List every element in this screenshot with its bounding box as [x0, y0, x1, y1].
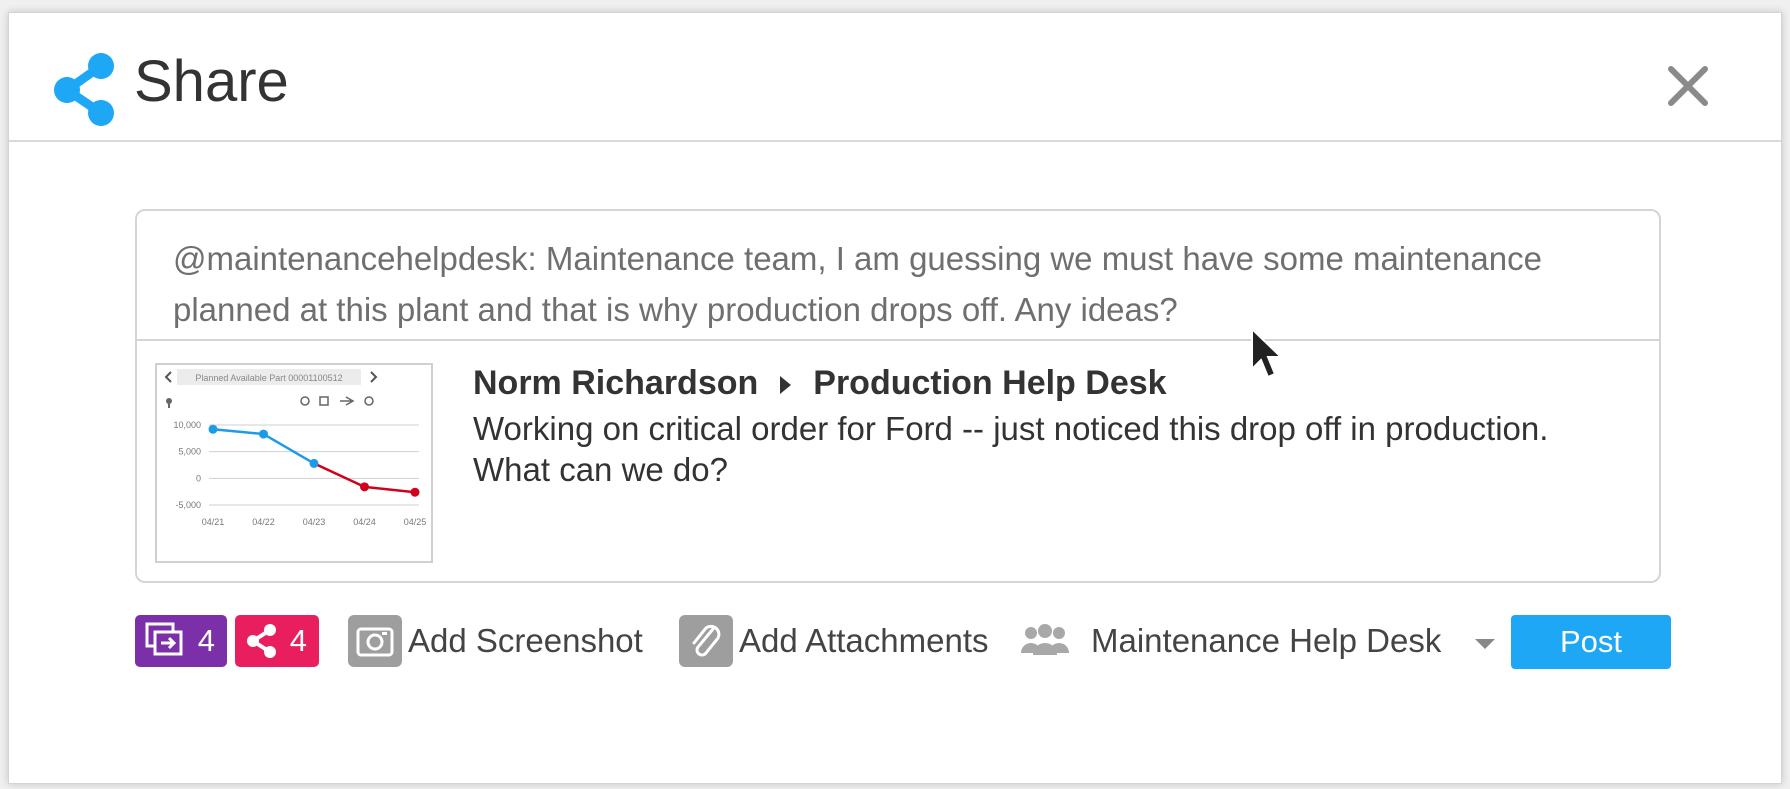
post-composer: @maintenancehelpdesk: Maintenance team, … [135, 209, 1661, 583]
y-tick-label: 0 [196, 473, 201, 483]
dialog-title: Share [134, 49, 289, 114]
share-icon [54, 53, 114, 126]
thumbnail-toolbar-icons [166, 396, 374, 408]
x-tick-label: 04/24 [353, 517, 376, 527]
data-point [259, 429, 268, 439]
thumbnail-header-text: Planned Available Part 00001100512 [195, 373, 342, 383]
shared-author-name[interactable]: Norm Richardson [473, 364, 758, 402]
share-icon [247, 624, 276, 658]
camera-icon [348, 615, 402, 667]
group-select[interactable]: Maintenance Help Desk [1015, 615, 1495, 667]
close-icon[interactable] [1665, 63, 1711, 109]
data-point [309, 458, 319, 468]
add-screenshot-label: Add Screenshot [408, 622, 643, 659]
thumbnail-prev-icon [164, 371, 172, 383]
screens-icon [145, 622, 183, 656]
series-line-segment [313, 462, 366, 489]
add-attachments-button[interactable]: Add Attachments [679, 615, 999, 667]
x-tick-label: 04/22 [252, 517, 275, 527]
chart-thumbnail[interactable]: Planned Available Part 00001100512 10,00… [155, 363, 433, 563]
shared-post-author-line: Norm Richardson Production Help Desk [473, 361, 1167, 405]
shares-badge[interactable]: 4 [235, 615, 319, 667]
pin-icon-stem [168, 403, 170, 408]
data-point [360, 482, 369, 492]
share-dialog: Share @maintenancehelpdesk: Maintenance … [8, 12, 1782, 784]
mouse-cursor-icon [1251, 327, 1284, 379]
shares-count: 4 [289, 623, 307, 658]
add-screenshot-button[interactable]: Add Screenshot [348, 615, 660, 667]
shared-group-name[interactable]: Production Help Desk [813, 364, 1166, 402]
composer-divider [137, 339, 1659, 341]
dialog-header: Share [9, 13, 1781, 142]
x-tick-label: 04/21 [202, 517, 225, 527]
message-input[interactable]: @maintenancehelpdesk: Maintenance team, … [173, 233, 1623, 335]
mini-refresh-icon [364, 396, 374, 406]
thumbnail-chart: Planned Available Part 00001100512 10,00… [164, 369, 427, 527]
thumbnail-next-icon [370, 371, 378, 383]
series-line-segment [364, 485, 416, 494]
mini-expand-icon [319, 396, 329, 406]
mini-share-icon [300, 396, 310, 406]
data-point [410, 487, 420, 497]
paperclip-icon [679, 615, 733, 667]
x-tick-label: 04/25 [404, 517, 427, 527]
group-select-value: Maintenance Help Desk [1091, 622, 1442, 659]
y-tick-label: -5,000 [175, 500, 201, 510]
screens-count: 4 [197, 623, 215, 658]
post-button[interactable]: Post [1511, 615, 1671, 669]
mini-arrow-icon [340, 396, 355, 406]
breadcrumb-arrow-icon [780, 376, 792, 395]
y-tick-label: 5,000 [178, 447, 201, 457]
x-tick-label: 04/23 [303, 517, 326, 527]
add-attachments-label: Add Attachments [739, 622, 989, 659]
y-tick-label: 10,000 [173, 420, 201, 430]
chevron-down-icon [1475, 639, 1495, 649]
screens-badge[interactable]: 4 [135, 615, 227, 667]
series-line-segment [212, 428, 264, 436]
data-point [208, 424, 218, 434]
shared-post-body: Working on critical order for Ford -- ju… [473, 410, 1549, 488]
series-line-segment [262, 432, 315, 465]
group-icon [1021, 624, 1069, 655]
composer-toolbar: 4 4 Add Screenshot Add Attachments Maint… [135, 615, 1671, 671]
